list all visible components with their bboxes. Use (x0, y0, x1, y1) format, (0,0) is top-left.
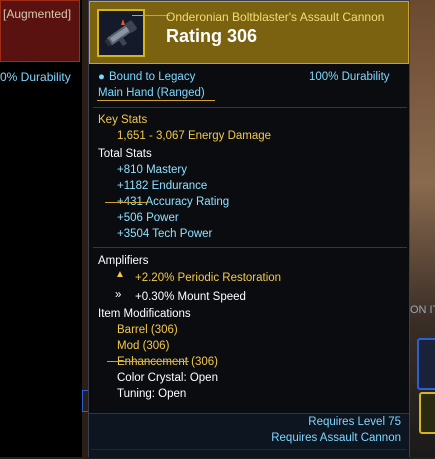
divider (93, 247, 407, 248)
highlight-marker (132, 15, 170, 16)
background-compare-header: [Augmented] (0, 0, 80, 62)
binding-text: Bound to Legacy (109, 71, 196, 83)
item-name: Onderonian Boltblaster's Assault Cannon (166, 10, 385, 24)
highlight-marker (107, 361, 189, 362)
mod-slot-barrel[interactable]: Barrel (306) (117, 324, 178, 336)
mod-slot-mod[interactable]: Mod (306) (117, 340, 169, 352)
item-tooltip: Onderonian Boltblaster's Assault Cannon … (88, 0, 410, 459)
stat-line: +1182 Endurance (117, 180, 208, 192)
required-level: Requires Level 75 (308, 416, 401, 428)
mod-slot-enhancement[interactable]: Enhancement (306) (117, 356, 218, 368)
background-item-slot[interactable] (417, 338, 435, 390)
bound-icon: ● (98, 71, 105, 83)
divider (93, 107, 407, 108)
highlight-marker (105, 202, 147, 203)
slot-text: Main Hand (Ranged) (98, 87, 205, 99)
item-rating: Rating 306 (166, 26, 258, 46)
key-stats-label: Key Stats (98, 114, 148, 126)
total-stats-label: Total Stats (98, 148, 152, 160)
stat-line: +810 Mastery (117, 164, 187, 176)
amplifier-line: +0.30% Mount Speed (135, 291, 246, 303)
required-skill: Requires Assault Cannon (271, 432, 401, 444)
tooltip-header: Onderonian Boltblaster's Assault Cannon … (89, 1, 409, 64)
background-item-slot[interactable] (419, 392, 435, 434)
mount-speed-icon: » (115, 289, 122, 301)
damage-stat: 1,651 - 3,067 Energy Damage (117, 130, 272, 142)
assault-cannon-icon (97, 9, 145, 57)
item-modifications-label: Item Modifications (98, 308, 191, 320)
color-crystal-slot[interactable]: Color Crystal: Open (117, 372, 218, 384)
amplifiers-label: Amplifiers (98, 255, 149, 267)
stat-line: +506 Power (117, 212, 179, 224)
durability-text: 100% Durability (309, 71, 390, 83)
background-left-panel (0, 0, 82, 457)
tooltip-bottom-edge (91, 449, 407, 459)
background-compare-durability: 0% Durability (0, 70, 71, 84)
background-partial-text: ON IT (410, 304, 435, 316)
background-compare-label: [Augmented] (3, 7, 72, 21)
tuning-slot[interactable]: Tuning: Open (117, 388, 186, 400)
periodic-restoration-icon: ▲ (115, 269, 125, 280)
highlight-marker (97, 100, 215, 101)
stat-line: +3504 Tech Power (117, 228, 213, 240)
amplifier-line: +2.20% Periodic Restoration (135, 272, 282, 284)
